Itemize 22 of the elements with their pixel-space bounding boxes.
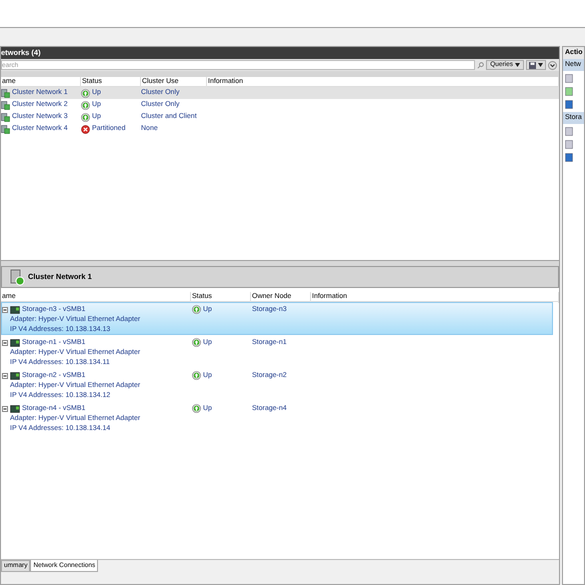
- up-arrow-icon: [81, 88, 90, 98]
- expand-icon[interactable]: [548, 60, 557, 70]
- adapter-icon: [10, 306, 20, 314]
- server-network-icon: [10, 268, 25, 286]
- adapter-icon: [10, 372, 20, 380]
- up-arrow-icon: [192, 305, 201, 314]
- collapse-icon[interactable]: [2, 340, 8, 346]
- up-arrow-icon: [192, 371, 201, 380]
- search-icon[interactable]: [477, 62, 484, 68]
- caret-icon: [515, 63, 520, 67]
- save-button[interactable]: [526, 60, 546, 70]
- up-arrow-icon: [192, 338, 201, 347]
- save-icon: [529, 62, 536, 68]
- caret-icon: [538, 63, 543, 67]
- collapse-icon[interactable]: [2, 406, 8, 412]
- adapter-icon: [10, 405, 20, 413]
- up-arrow-icon: [81, 112, 90, 122]
- collapse-icon[interactable]: [2, 307, 8, 313]
- up-arrow-icon: [81, 100, 90, 110]
- up-arrow-icon: [192, 404, 201, 413]
- collapse-icon[interactable]: [2, 373, 8, 379]
- adapter-icon: [10, 339, 20, 347]
